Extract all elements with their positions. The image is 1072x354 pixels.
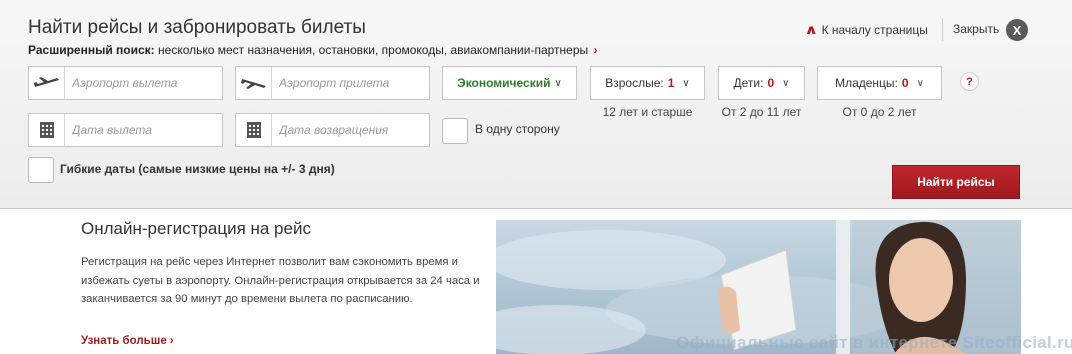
flight-search-panel: Найти рейсы и забронировать билеты Расши… <box>0 0 1072 209</box>
infants-value: 0 <box>901 76 909 90</box>
advanced-search-link[interactable]: Расширенный поиск: несколько мест назнач… <box>28 43 597 57</box>
children-label: Дети: <box>733 76 764 90</box>
chevron-down-icon: ∨ <box>554 77 562 89</box>
children-hint: От 2 до 11 лет <box>721 105 802 119</box>
calendar-icon <box>236 114 272 146</box>
chevron-up-icon: ∧ <box>804 22 819 37</box>
chevron-right-icon: › <box>169 335 174 347</box>
cabin-class-select[interactable]: Экономический ∨ <box>442 66 577 100</box>
back-to-top-label: К началу страницы <box>821 23 928 37</box>
flexible-dates-checkbox[interactable] <box>28 157 54 183</box>
return-date-field[interactable] <box>235 113 430 147</box>
children-value: 0 <box>767 76 775 90</box>
arrival-airport-field[interactable] <box>235 66 430 100</box>
infants-hint: От 0 до 2 лет <box>842 105 917 119</box>
adults-value: 1 <box>667 76 675 90</box>
learn-more-label: Узнать больше <box>81 335 167 347</box>
find-flights-button[interactable]: Найти рейсы <box>892 165 1020 199</box>
departure-airport-input[interactable] <box>65 76 205 90</box>
departure-date-field[interactable] <box>28 113 223 147</box>
advanced-search-label: Расширенный поиск: <box>28 43 155 57</box>
cabin-class-value: Экономический <box>457 76 551 90</box>
adults-select[interactable]: Взрослые: 1 ∨ <box>590 66 705 100</box>
infants-label: Младенцы: <box>835 76 898 90</box>
chevron-down-icon: ∨ <box>682 77 690 89</box>
departure-date-input[interactable] <box>65 123 205 137</box>
return-date-input[interactable] <box>272 123 412 137</box>
online-checkin-title: Онлайн-регистрация на рейс <box>81 219 311 238</box>
learn-more-link[interactable]: Узнать больше › <box>81 335 174 347</box>
close-link[interactable]: Закрыть <box>953 22 999 36</box>
adults-label: Взрослые: <box>605 76 664 90</box>
close-label: Закрыть <box>953 22 1000 36</box>
panel-title: Найти рейсы и забронировать билеты <box>28 17 366 38</box>
one-way-label: В одну сторону <box>475 122 560 136</box>
chevron-down-icon: ∨ <box>782 77 790 89</box>
help-icon[interactable]: ? <box>960 72 979 91</box>
divider <box>942 18 943 41</box>
flexible-dates-label: Гибкие даты (самые низкие цены на +/- 3 … <box>60 162 335 176</box>
arrival-airport-input[interactable] <box>272 76 412 90</box>
calendar-icon <box>29 114 65 146</box>
one-way-checkbox[interactable] <box>442 118 468 144</box>
watermark: Официальные сайт в интернете Siteofficia… <box>676 333 1072 352</box>
close-icon[interactable]: X <box>1006 19 1028 41</box>
departure-airport-field[interactable] <box>28 66 223 100</box>
chevron-down-icon: ∨ <box>916 77 924 89</box>
infants-select[interactable]: Младенцы: 0 ∨ <box>817 66 942 100</box>
online-checkin-text: Регистрация на рейс через Интернет позво… <box>81 256 480 305</box>
plane-landing-icon <box>236 67 272 99</box>
advanced-search-text: несколько мест назначения, остановки, пр… <box>158 43 589 57</box>
plane-takeoff-icon <box>29 67 65 99</box>
back-to-top-link[interactable]: ∧ К началу страницы <box>804 22 928 38</box>
children-select[interactable]: Дети: 0 ∨ <box>718 66 805 100</box>
chevron-right-icon: › <box>593 43 598 57</box>
adults-hint: 12 лет и старше <box>602 105 693 119</box>
